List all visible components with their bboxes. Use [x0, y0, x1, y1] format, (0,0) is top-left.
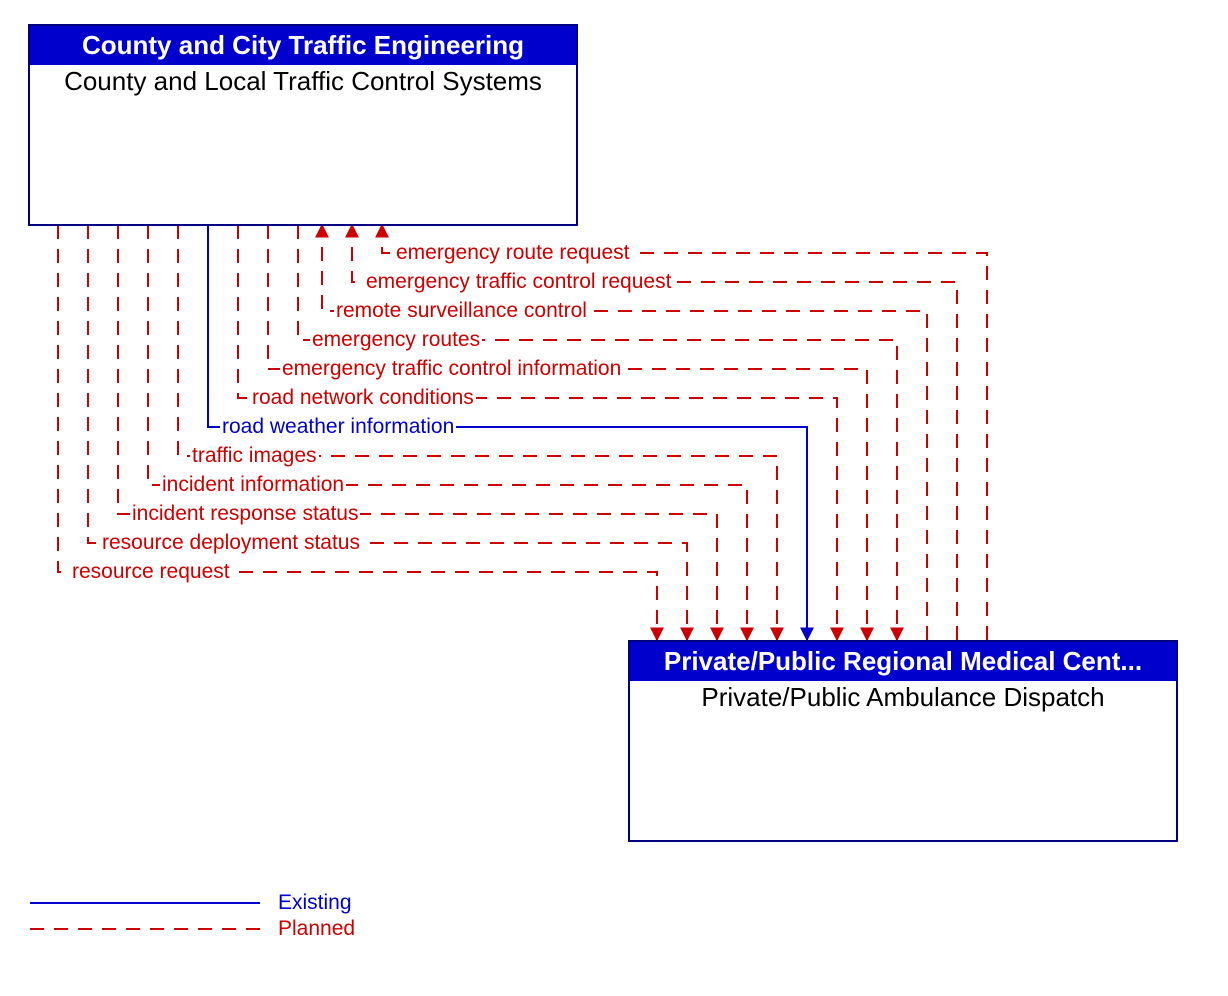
entity-body: County and Local Traffic Control Systems — [30, 65, 576, 99]
flow-label: emergency traffic control information — [280, 357, 623, 381]
flow-label: resource deployment status — [100, 531, 362, 555]
flow-label: emergency routes — [310, 328, 482, 352]
flow-label: incident response status — [130, 502, 360, 526]
flow-label: emergency route request — [394, 241, 631, 265]
flow-label: remote surveillance control — [334, 299, 589, 323]
entity-box-bottom: Private/Public Regional Medical Cent... … — [628, 640, 1178, 842]
legend-label-planned: Planned — [278, 917, 355, 941]
flow-label: emergency traffic control request — [364, 270, 673, 294]
flow-label: traffic images — [190, 444, 319, 468]
flow-label: road weather information — [220, 415, 456, 439]
flow-label: resource request — [70, 560, 232, 584]
entity-header: County and City Traffic Engineering — [30, 26, 576, 65]
legend-label-existing: Existing — [278, 891, 352, 915]
entity-header: Private/Public Regional Medical Cent... — [630, 642, 1176, 681]
flow-label: incident information — [160, 473, 346, 497]
flow-label: road network conditions — [250, 386, 476, 410]
entity-body: Private/Public Ambulance Dispatch — [630, 681, 1176, 715]
entity-box-top: County and City Traffic Engineering Coun… — [28, 24, 578, 226]
